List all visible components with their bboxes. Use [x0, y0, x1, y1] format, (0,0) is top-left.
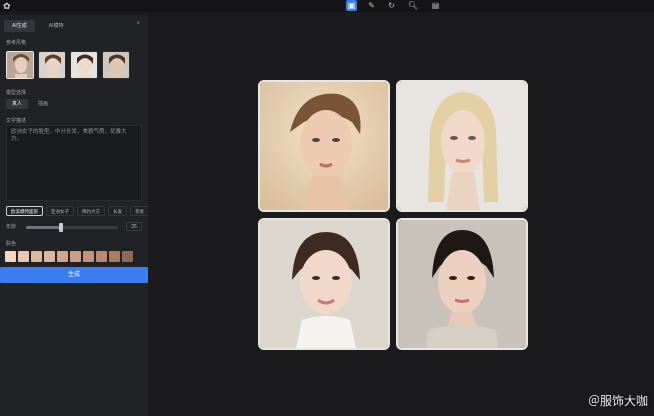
result-image-3[interactable]	[258, 218, 390, 350]
skin-swatch-9[interactable]	[109, 251, 120, 262]
select-tool-icon: ▣	[347, 1, 356, 10]
reference-thumb-4[interactable]	[102, 51, 130, 79]
pill-illustration[interactable]: 插画	[32, 99, 54, 109]
age-slider[interactable]	[26, 223, 118, 232]
skin-swatch-4[interactable]	[44, 251, 55, 262]
canvas-area	[148, 12, 654, 416]
reference-thumb-2[interactable]	[38, 51, 66, 79]
reference-thumb-1[interactable]	[6, 51, 34, 79]
reference-thumb-3[interactable]	[70, 51, 98, 79]
prompt-textarea[interactable]: 欧洲女子的脸型，中分长发，美貌气质，优雅大方。	[6, 125, 142, 201]
pill-realistic[interactable]: 真人	[6, 99, 29, 109]
result-image-1[interactable]	[258, 80, 390, 212]
skin-color-swatches	[5, 251, 133, 262]
skin-color-label: 肤色	[6, 241, 17, 247]
skin-swatch-5[interactable]	[57, 251, 68, 262]
generate-button[interactable]: 生成	[0, 267, 148, 283]
chip-4[interactable]: 长发	[108, 206, 127, 216]
age-label: 年龄	[6, 224, 17, 230]
skin-swatch-1[interactable]	[5, 251, 16, 262]
skin-swatch-7[interactable]	[83, 251, 94, 262]
chip-2[interactable]: 亚洲女子	[46, 206, 74, 216]
rotate-icon: ↻	[388, 1, 395, 10]
model-pills: 真人 插画	[6, 99, 54, 109]
panel-tabs: AI生成 AI模特	[4, 20, 71, 32]
layers-icon: ▤	[431, 1, 440, 10]
prompt-label: 文字描述	[6, 118, 27, 124]
watermark-text: ＠服饰大咖	[587, 394, 648, 408]
top-toolbar: ✿ ▣ ✎ ↻ 🔍︎ ▤	[0, 0, 654, 12]
brush-tool-button[interactable]: ✎	[366, 0, 377, 11]
prompt-chips: 欧美模特面部 亚洲女子 简约大方 长发 卷发	[6, 206, 149, 216]
tab-ai-model[interactable]: AI模特	[41, 20, 72, 32]
result-image-2[interactable]	[396, 80, 528, 212]
select-tool-button[interactable]: ▣	[346, 0, 357, 11]
app-logo-icon: ✿	[3, 1, 11, 11]
age-control: 年龄 25	[6, 222, 142, 232]
model-select-label: 模型选择	[6, 90, 27, 96]
close-icon[interactable]: ×	[136, 21, 140, 27]
app-window: ✿ ▣ ✎ ↻ 🔍︎ ▤ AI生成 AI模特 × 参考风格 模型选择 真人 插画…	[0, 0, 654, 416]
tab-ai-generate[interactable]: AI生成	[4, 20, 35, 32]
age-value-input[interactable]: 25	[126, 222, 142, 231]
chip-5[interactable]: 卷发	[130, 206, 149, 216]
skin-swatch-3[interactable]	[31, 251, 42, 262]
skin-swatch-10[interactable]	[122, 251, 133, 262]
chip-3[interactable]: 简约大方	[77, 206, 105, 216]
skin-swatch-2[interactable]	[18, 251, 29, 262]
zoom-tool-button[interactable]: 🔍︎	[406, 0, 420, 11]
layers-tool-button[interactable]: ▤	[430, 0, 441, 11]
chip-1[interactable]: 欧美模特面部	[6, 206, 43, 216]
skin-swatch-6[interactable]	[70, 251, 81, 262]
result-image-4[interactable]	[396, 218, 528, 350]
age-slider-fill	[26, 226, 61, 229]
reference-thumbnails	[6, 51, 130, 79]
result-grid	[258, 80, 528, 350]
age-slider-thumb[interactable]	[58, 223, 63, 232]
skin-swatch-8[interactable]	[96, 251, 107, 262]
brush-icon: ✎	[368, 1, 375, 10]
rotate-tool-button[interactable]: ↻	[386, 0, 397, 11]
zoom-icon: 🔍︎	[407, 1, 419, 10]
generation-panel: AI生成 AI模特 × 参考风格 模型选择 真人 插画 文字描述 欧洲女子的脸型…	[0, 15, 149, 416]
ref-style-label: 参考风格	[6, 40, 27, 46]
